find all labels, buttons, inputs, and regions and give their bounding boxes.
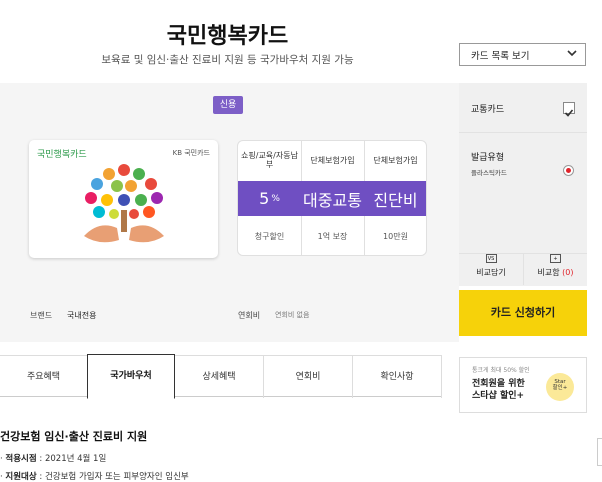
card-type-badge: 신용 — [213, 96, 243, 114]
issue-type-label: 발급유형 — [471, 153, 505, 163]
benefit-column: 단체보험가입 진단비 10만원 — [364, 141, 426, 255]
divider — [364, 141, 365, 181]
card-list-dropdown-label: 카드 목록 보기 — [471, 51, 530, 62]
tab-annual-fee[interactable]: 연회비 — [264, 356, 353, 398]
brand-key: 브랜드 — [30, 311, 53, 320]
transport-checkbox[interactable] — [563, 102, 575, 117]
benefit-summary-table: 쇼핑/교육/자동납부 5% 청구할인 단체보험가입 대중교통 1억 보장 단체보… — [237, 140, 427, 256]
issue-type-radio[interactable] — [563, 165, 574, 176]
tab-check-items[interactable]: 확인사항 — [353, 356, 442, 398]
divider — [364, 216, 365, 255]
plus-box-icon: + — [550, 254, 561, 263]
issue-type-row: 발급유형 플라스틱카드 — [459, 133, 587, 254]
promo-banner[interactable]: 통크게 최대 50% 할인 전회원을 위한 스타샵 할인+ Star 할인+ — [459, 357, 587, 413]
benefit-column: 쇼핑/교육/자동납부 5% 청구할인 — [238, 141, 301, 255]
divider — [301, 216, 302, 255]
checkmark-icon — [564, 109, 574, 117]
compare-box-label: 비교함 — [537, 268, 560, 277]
chevron-down-icon — [567, 50, 577, 57]
compare-count: (0) — [562, 268, 574, 277]
benefit-header: 쇼핑/교육/자동납부 — [241, 151, 298, 169]
detail-item: · 적용시점 : 2021년 4월 1일 — [0, 454, 107, 464]
issue-type-value: 플라스틱카드 — [471, 169, 507, 177]
annual-fee-key: 연회비 — [238, 311, 261, 320]
star-badge-icon: Star 할인+ — [546, 373, 574, 401]
tab-detail-benefits[interactable]: 상세혜택 — [175, 356, 264, 398]
benefit-column: 단체보험가입 대중교통 1억 보장 — [301, 141, 364, 255]
compare-add-button[interactable]: VS 비교담기 — [459, 254, 523, 285]
compare-box-button[interactable]: + 비교함 (0) — [523, 254, 587, 285]
vs-icon: VS — [485, 254, 497, 263]
issuer-logo: KB 국민카드 — [172, 149, 210, 157]
benefit-footer: 10만원 — [383, 232, 408, 241]
annual-fee-value: 연회비 없음 — [275, 311, 310, 319]
card-list-dropdown[interactable]: 카드 목록 보기 — [459, 43, 586, 66]
side-scroll-handle[interactable] — [597, 438, 602, 466]
tab-main-benefits[interactable]: 주요혜택 — [0, 356, 88, 398]
divider — [301, 141, 302, 181]
benefit-header: 단체보험가입 — [373, 155, 418, 165]
detail-tabs: 주요혜택 국가바우처 상세혜택 연회비 확인사항 — [0, 354, 442, 399]
tab-national-voucher[interactable]: 국가바우처 — [87, 354, 175, 399]
benefit-footer: 1억 보장 — [317, 232, 348, 241]
detail-item: · 지원대상 : 건강보험 가입자 또는 피부양자인 임신부 — [0, 472, 189, 482]
benefit-value: 진단비 — [364, 181, 426, 216]
section-title: 건강보험 임신·출산 진료비 지원 — [0, 430, 148, 443]
promo-top-text: 통크게 최대 50% 할인 — [472, 367, 530, 374]
benefit-footer: 청구할인 — [254, 232, 285, 241]
page-title: 국민행복카드 — [166, 24, 289, 49]
transport-label: 교통카드 — [471, 105, 505, 115]
benefit-value: 5% — [238, 181, 301, 216]
card-logo: 국민행복카드 — [37, 150, 87, 160]
brand-info-row: 브랜드 국내전용 연회비 연회비 없음 — [0, 286, 459, 342]
promo-main-text: 전회원을 위한 스타샵 할인+ — [472, 379, 525, 402]
page-subtitle: 보육료 및 임신·출산 진료비 지원 등 국가바우처 지원 가능 — [101, 54, 354, 66]
card-image: 국민행복카드 KB 국민카드 — [29, 140, 218, 258]
brand-value: 국내전용 — [67, 311, 97, 320]
benefit-value: 대중교통 — [301, 181, 364, 216]
compare-add-label: 비교담기 — [476, 268, 506, 277]
benefit-header: 단체보험가입 — [310, 155, 355, 165]
transport-option-row: 교통카드 — [459, 83, 587, 133]
apply-card-button[interactable]: 카드 신청하기 — [459, 290, 587, 336]
